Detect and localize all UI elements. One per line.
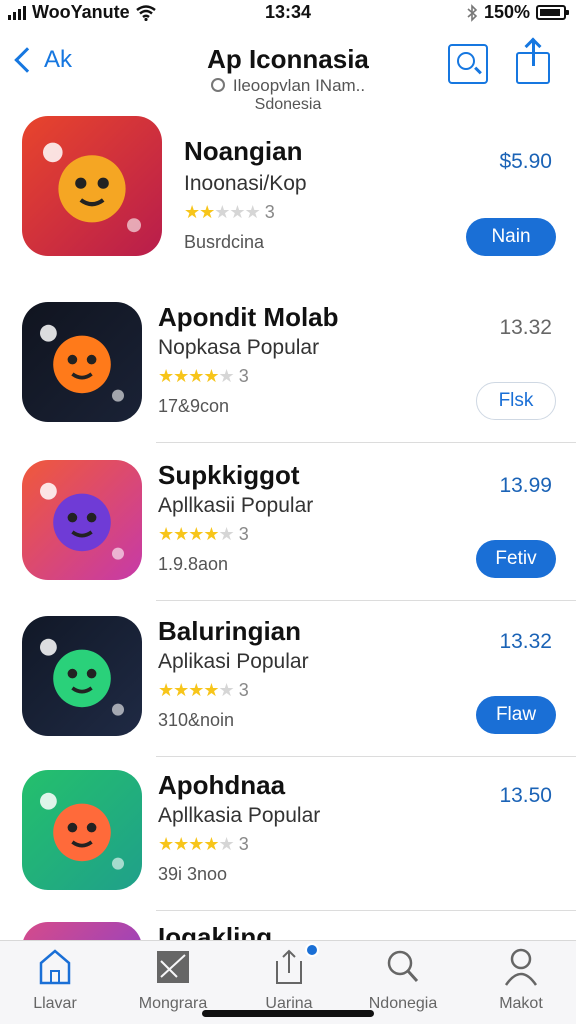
battery-percent: 150% <box>483 2 530 22</box>
app-category: Inoonasi/Kop <box>184 172 307 195</box>
rating-count: 3 <box>238 366 249 386</box>
subtitle-text: Ileoopvlan INam.. <box>232 76 366 95</box>
apps-icon <box>271 943 319 987</box>
tab-label: Llavar <box>33 995 77 1012</box>
search-icon-handle <box>474 66 482 75</box>
bluetooth-icon <box>467 3 478 22</box>
app-icon[interactable] <box>22 116 162 256</box>
row-divider <box>156 910 576 911</box>
search-icon <box>385 947 421 987</box>
profile-icon <box>503 947 539 987</box>
page-title: Ap Iconnasia <box>207 44 369 74</box>
app-rating: ★★★★★ 3 <box>158 680 249 701</box>
nav-header: Ak Ap Iconnasia Ileoopvlan INam.. Sdones… <box>0 36 576 120</box>
tab-apps[interactable]: Uarina <box>234 943 344 1013</box>
app-row[interactable]: Baluringian Aplikasi Popular ★★★★★ 3 310&no… <box>0 610 576 760</box>
app-price: 13.32 <box>499 630 552 653</box>
star-rating-icon: ★★★★★ <box>158 366 235 386</box>
status-right: 150% <box>466 2 569 23</box>
app-name[interactable]: Apondit Molab <box>158 302 339 333</box>
rating-count: 3 <box>238 680 249 700</box>
app-category: Nopkasa Popular <box>158 336 320 359</box>
app-row[interactable]: Noangian Inoonasi/Kop ★★★★★ 3 Busrdcina $5.9… <box>0 110 576 286</box>
app-rating: ★★★★★ 3 <box>158 834 249 855</box>
tab-profile[interactable]: Makot <box>466 947 576 1013</box>
app-icon[interactable] <box>22 460 142 580</box>
app-category: Aplikasi Popular <box>158 650 309 673</box>
app-row[interactable]: Supkkiggot Apllkasii Popular ★★★★★ 3 1.9.8a… <box>0 454 576 604</box>
star-rating-icon: ★★★★★ <box>158 834 235 854</box>
app-row[interactable]: Apohdnaa Apllkasia Popular ★★★★★ 3 39i 3noo… <box>0 764 576 914</box>
notification-badge <box>305 943 319 957</box>
app-price: 13.50 <box>499 784 552 807</box>
app-downloads: 310&noin <box>158 710 235 730</box>
get-button[interactable]: Nain <box>466 218 556 256</box>
app-price: 13.99 <box>499 474 552 497</box>
page-subtitle: Ileoopvlan INam.. <box>0 76 576 96</box>
get-button[interactable]: Fetiv <box>476 540 556 578</box>
app-price: $5.90 <box>499 150 552 173</box>
app-downloads: Busrdcina <box>184 232 265 252</box>
app-downloads: 39i 3noo <box>158 864 228 884</box>
app-category: Apllkasii Popular <box>158 494 314 517</box>
get-button[interactable]: Flaw <box>476 696 556 734</box>
status-bar: WooYanute 13:34 150% <box>0 0 576 26</box>
star-rating-icon: ★★★★★ <box>158 680 235 700</box>
search-icon <box>457 52 475 70</box>
tab-home[interactable]: Llavar <box>0 947 110 1013</box>
app-rating: ★★★★★ 3 <box>158 524 249 545</box>
app-rating: ★★★★★ 3 <box>158 366 249 387</box>
row-divider <box>156 756 576 757</box>
battery-icon <box>536 5 569 20</box>
tab-label: Makot <box>499 995 543 1012</box>
search-button[interactable] <box>448 44 488 84</box>
share-button[interactable] <box>516 37 550 84</box>
app-icon[interactable] <box>22 770 142 890</box>
star-rating-icon: ★★★★★ <box>158 524 235 544</box>
app-name[interactable]: Noangian <box>184 136 302 167</box>
app-downloads: 1.9.8aon <box>158 554 229 574</box>
row-divider <box>156 600 576 601</box>
tab-games[interactable]: Mongrara <box>118 947 228 1013</box>
app-name[interactable]: Baluringian <box>158 616 301 647</box>
games-icon <box>155 947 191 987</box>
app-icon[interactable] <box>22 302 142 422</box>
app-name[interactable]: Apohdnaa <box>158 770 285 801</box>
app-name[interactable]: Supkkiggot <box>158 460 300 491</box>
share-icon-stem <box>532 40 535 66</box>
app-icon[interactable] <box>22 616 142 736</box>
search-mini-icon <box>210 78 225 92</box>
app-row[interactable]: Apondit Molab Nopkasa Popular ★★★★★ 3 17&9c… <box>0 296 576 446</box>
row-divider <box>156 442 576 443</box>
tab-search[interactable]: Ndonegia <box>348 947 458 1013</box>
home-icon <box>37 947 73 987</box>
app-category: Apllkasia Popular <box>158 804 321 827</box>
app-downloads: 17&9con <box>158 396 230 416</box>
rating-count: 3 <box>264 202 275 222</box>
rating-count: 3 <box>238 524 249 544</box>
app-rating: ★★★★★ 3 <box>184 202 275 223</box>
get-button[interactable]: Flsk <box>476 382 556 420</box>
star-rating-icon: ★★★★★ <box>184 202 261 222</box>
app-price: 13.32 <box>499 316 552 339</box>
home-indicator <box>202 1010 374 1017</box>
rating-count: 3 <box>238 834 249 854</box>
